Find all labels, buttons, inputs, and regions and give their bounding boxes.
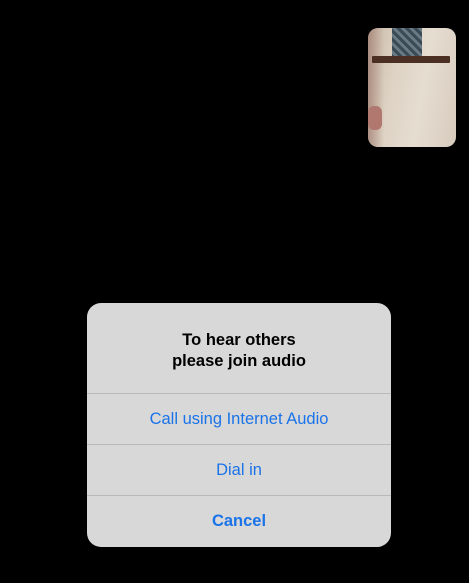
dialog-header: To hear others please join audio — [87, 303, 391, 393]
video-object — [368, 106, 382, 130]
dialog-title-line-1: To hear others — [182, 331, 296, 349]
dialog-title-line-2: please join audio — [172, 352, 306, 370]
self-view-video[interactable] — [368, 28, 456, 147]
join-audio-dialog: To hear others please join audio Call us… — [87, 303, 391, 547]
video-shelf — [372, 56, 450, 63]
cancel-button[interactable]: Cancel — [87, 495, 391, 546]
call-internet-audio-button[interactable]: Call using Internet Audio — [87, 393, 391, 444]
dial-in-button[interactable]: Dial in — [87, 444, 391, 495]
meeting-screen: To hear others please join audio Call us… — [0, 0, 469, 583]
video-wall-decor — [392, 28, 422, 58]
